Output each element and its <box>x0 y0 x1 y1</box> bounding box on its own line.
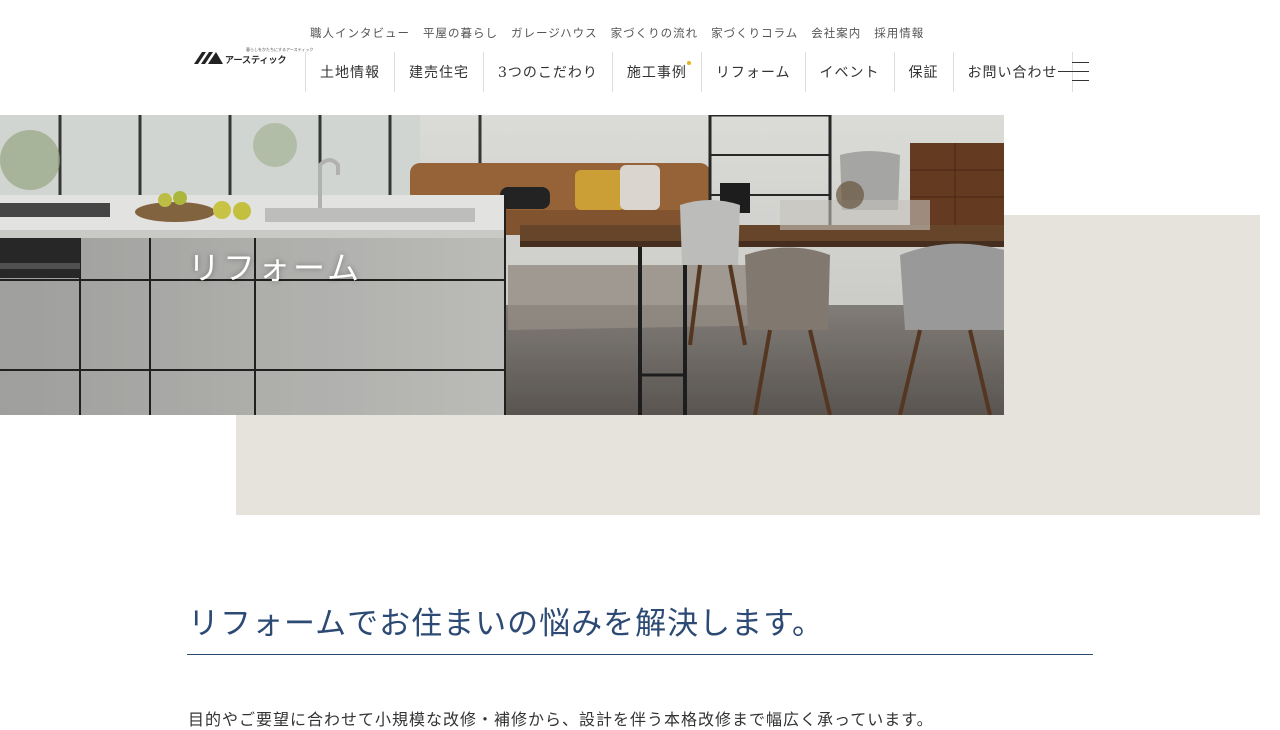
hamburger-menu-icon[interactable] <box>1058 62 1090 82</box>
nav-item-warranty[interactable]: 保証 <box>893 52 953 92</box>
nav-item-land[interactable]: 土地情報 <box>305 52 394 92</box>
logo-text: アースティック <box>225 56 287 66</box>
logo-mark-icon <box>194 52 223 64</box>
subnav-item-company[interactable]: 会社案内 <box>811 25 861 41</box>
heading-underline <box>187 654 1093 655</box>
new-badge-dot <box>686 61 691 65</box>
nav-item-commitments[interactable]: 3つのこだわり <box>483 52 612 92</box>
subnav-item-interview[interactable]: 職人インタビュー <box>310 25 410 41</box>
subnav-item-flow[interactable]: 家づくりの流れ <box>611 25 699 41</box>
page-title: リフォーム <box>188 249 363 287</box>
nav-item-houses[interactable]: 建売住宅 <box>394 52 483 92</box>
nav-item-reform[interactable]: リフォーム <box>700 52 805 92</box>
site-header: 暮らしをかたちにするアースティック アースティック 職人インタビュー 平屋の暮ら… <box>0 0 1280 115</box>
nav-item-contact[interactable]: お問い合わせ <box>952 52 1073 92</box>
site-logo[interactable]: 暮らしをかたちにするアースティック アースティック <box>194 47 313 66</box>
section-heading: リフォームでお住まいの悩みを解決します。 <box>188 606 824 642</box>
main-nav: 土地情報 建売住宅 3つのこだわり 施工事例 リフォーム イベント 保証 お問い… <box>305 52 1073 92</box>
menu-line <box>1058 71 1089 72</box>
hero-image: リフォーム <box>0 115 1004 415</box>
subnav-item-column[interactable]: 家づくりコラム <box>711 25 798 41</box>
subnav-item-hiraya[interactable]: 平屋の暮らし <box>423 25 498 41</box>
nav-item-works-label: 施工事例 <box>626 65 687 81</box>
secondary-nav: 職人インタビュー 平屋の暮らし ガレージハウス 家づくりの流れ 家づくりコラム … <box>310 25 937 41</box>
menu-line <box>1072 62 1089 63</box>
menu-line <box>1072 80 1089 81</box>
subnav-item-garage[interactable]: ガレージハウス <box>511 25 598 41</box>
subnav-item-recruit[interactable]: 採用情報 <box>874 25 924 41</box>
nav-item-works[interactable]: 施工事例 <box>611 52 701 92</box>
nav-item-events[interactable]: イベント <box>804 52 894 92</box>
interior-photo <box>0 115 1004 415</box>
intro-text: 目的やご要望に合わせて小規模な改修・補修から、設計を伴う本格改修まで幅広く承って… <box>188 710 934 729</box>
